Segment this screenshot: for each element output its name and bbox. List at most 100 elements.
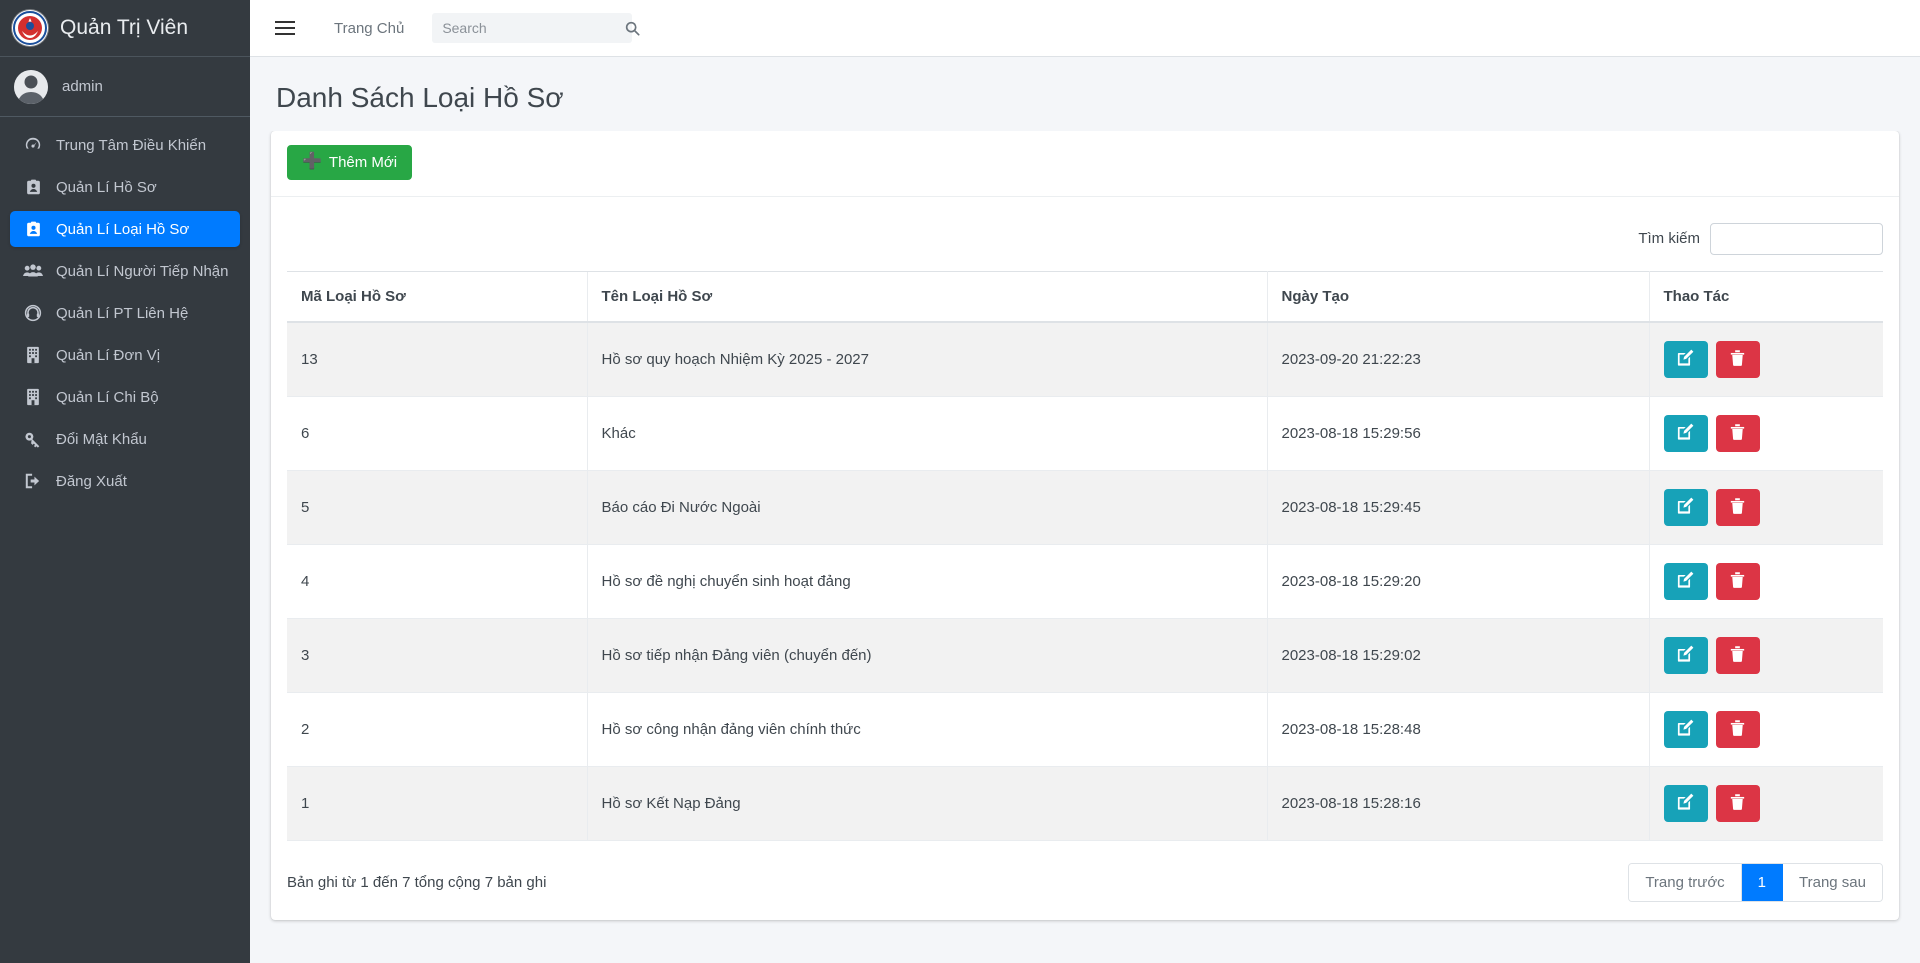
sidebar: Quản Trị Viên admin Trung Tâm Điều Khiển [0,0,250,963]
cell-date: 2023-08-18 15:29:02 [1267,618,1650,693]
main-area: Trang Chủ Danh Sách Loại Hồ Sơ ➕ Thêm Mớ… [250,0,1920,963]
sidebar-brand[interactable]: Quản Trị Viên [0,0,250,57]
table-footer: Bản ghi từ 1 đến 7 tổng cộng 7 bản ghi T… [271,847,1899,920]
row-action-group [1663,784,1870,822]
sidebar-item-quan-li-ho-so[interactable]: Quản Lí Hồ Sơ [10,169,240,205]
cell-name: Hồ sơ đề nghị chuyển sinh hoạt đảng [586,544,1268,619]
row-action-group [1663,340,1870,378]
cell-name: Hồ sơ quy hoạch Nhiệm Kỳ 2025 - 2027 [586,321,1268,397]
cell-date: 2023-08-18 15:29:45 [1267,470,1650,545]
cell-date: 2023-08-18 15:28:16 [1267,766,1650,841]
row-action-group [1663,562,1870,600]
sidebar-user-panel[interactable]: admin [0,57,250,117]
edit-row-button[interactable] [1663,562,1708,600]
trash-icon [1729,349,1746,370]
sidebar-item-quan-li-nguoi-tiep-nhan[interactable]: Quản Lí Người Tiếp Nhận [10,253,240,289]
page-title: Danh Sách Loại Hồ Sơ [276,82,564,113]
pagination-next[interactable]: Trang sau [1783,863,1882,901]
edit-row-button[interactable] [1663,488,1708,526]
trash-icon [1729,719,1746,740]
table-row: 5 Báo cáo Đi Nước Ngoài 2023-08-18 15:29:4… [287,470,1883,545]
cell-date: 2023-09-20 21:22:23 [1267,321,1650,397]
cell-code: 4 [287,544,587,619]
cell-actions [1649,618,1883,693]
row-action-group [1663,488,1870,526]
pagination: Trang trước 1 Trang sau [1628,862,1883,902]
cell-name: Hồ sơ tiếp nhận Đảng viên (chuyển đến) [586,618,1268,693]
trash-icon [1729,571,1746,592]
sidebar-item-label: Quản Lí Người Tiếp Nhận [56,262,229,280]
id-card-icon [22,220,44,238]
edit-pencil-icon [1676,348,1695,370]
edit-pencil-icon [1676,792,1695,814]
cell-code: 3 [287,618,587,693]
trash-icon [1729,423,1746,444]
search-box[interactable] [432,13,640,43]
cell-name: Hồ sơ Kết Nạp Đảng [586,766,1268,841]
edit-row-button[interactable] [1663,784,1708,822]
delete-row-button[interactable] [1715,710,1760,748]
pagination-prev[interactable]: Trang trước [1629,863,1742,901]
edit-pencil-icon [1676,718,1695,740]
delete-row-button[interactable] [1715,636,1760,674]
table-row: 1 Hồ sơ Kết Nạp Đảng 2023-08-18 15:28:16 [287,766,1883,841]
delete-row-button[interactable] [1715,414,1760,452]
sidebar-item-doi-mat-khau[interactable]: Đổi Mật Khẩu [10,421,240,457]
sidebar-item-label: Quản Lí Chi Bộ [56,388,159,406]
records-info: Bản ghi từ 1 đến 7 tổng cộng 7 bản ghi [287,873,547,891]
building-icon [22,346,44,364]
cell-code: 1 [287,766,587,841]
cell-actions [1649,544,1883,619]
add-new-button[interactable]: ➕ Thêm Mới [287,144,413,180]
table-filter: Tìm kiếm [287,211,1883,271]
edit-row-button[interactable] [1663,340,1708,378]
building-icon [22,388,44,406]
edit-row-button[interactable] [1663,710,1708,748]
sidebar-item-trung-tam-dieu-khien[interactable]: Trung Tâm Điều Khiển [10,127,240,163]
delete-row-button[interactable] [1715,562,1760,600]
edit-pencil-icon [1676,496,1695,518]
sidebar-item-dang-xuat[interactable]: Đăng Xuất [10,463,240,499]
edit-row-button[interactable] [1663,414,1708,452]
sidebar-nav: Trung Tâm Điều Khiển Quản Lí Hồ Sơ Quản … [0,117,250,505]
edit-pencil-icon [1676,570,1695,592]
column-header-name[interactable]: Tên Loại Hồ Sơ [586,270,1268,323]
cell-code: 2 [287,692,587,767]
sidebar-item-quan-li-don-vi[interactable]: Quản Lí Đơn Vị [10,337,240,373]
table-row: 13 Hồ sơ quy hoạch Nhiệm Kỳ 2025 - 2027 20… [287,321,1883,397]
delete-row-button[interactable] [1715,488,1760,526]
sidebar-item-quan-li-pt-lien-he[interactable]: Quản Lí PT Liên Hệ [10,295,240,331]
table-row: 2 Hồ sơ công nhận đảng viên chính thức 202… [287,692,1883,767]
plus-icon: ➕ [302,153,322,171]
headset-icon [22,304,44,322]
sidebar-item-quan-li-chi-bo[interactable]: Quản Lí Chi Bộ [10,379,240,415]
row-action-group [1663,710,1870,748]
search-input[interactable] [442,20,624,36]
search-icon[interactable] [623,21,642,36]
pagination-page-1[interactable]: 1 [1741,863,1784,901]
column-header-code[interactable]: Mã Loại Hồ Sơ [287,270,587,323]
cell-actions [1649,396,1883,471]
delete-row-button[interactable] [1715,340,1760,378]
card: ➕ Thêm Mới Tìm kiếm Mã Loại Hồ Sơ Tên Lo… [271,130,1899,920]
hamburger-icon[interactable] [268,11,302,45]
cell-actions [1649,321,1883,397]
filter-label: Tìm kiếm [1638,230,1700,248]
cell-name: Khác [586,396,1268,471]
delete-row-button[interactable] [1715,784,1760,822]
card-toolbar: ➕ Thêm Mới [271,131,1899,197]
cell-date: 2023-08-18 15:29:56 [1267,396,1650,471]
table-row: 6 Khác 2023-08-18 15:29:56 [287,396,1883,471]
cell-actions [1649,692,1883,767]
sidebar-item-quan-li-loai-ho-so[interactable]: Quản Lí Loại Hồ Sơ [10,211,240,247]
nav-link-home[interactable]: Trang Chủ [318,12,420,45]
sidebar-item-label: Quản Lí Đơn Vị [56,346,161,364]
table-body: 13 Hồ sơ quy hoạch Nhiệm Kỳ 2025 - 2027 20… [287,321,1883,841]
edit-row-button[interactable] [1663,636,1708,674]
column-header-date[interactable]: Ngày Tạo [1267,270,1650,323]
column-header-actions[interactable]: Thao Tác [1649,270,1883,323]
cell-code: 13 [287,321,587,397]
records-table: Mã Loại Hồ Sơ Tên Loại Hồ Sơ Ngày Tạo Th… [287,270,1883,841]
filter-search-input[interactable] [1710,222,1883,255]
add-new-label: Thêm Mới [328,153,398,171]
